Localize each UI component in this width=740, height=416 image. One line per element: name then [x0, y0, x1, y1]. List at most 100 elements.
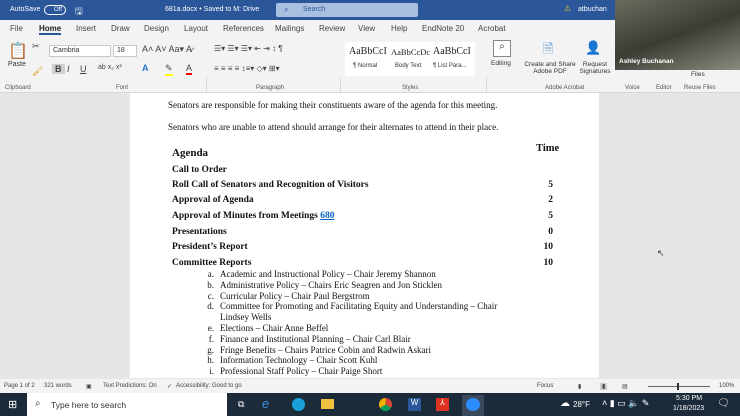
- proofing-icon[interactable]: ▣: [86, 383, 92, 390]
- clock-date[interactable]: 1/18/2023: [673, 405, 704, 412]
- paragraph-2: Senators who are unable to attend should…: [168, 122, 499, 132]
- create-pdf-button[interactable]: Create and Share Adobe PDF: [521, 61, 579, 75]
- agenda-time: 10: [543, 258, 554, 268]
- editing-button[interactable]: Editing: [491, 60, 511, 67]
- tab-endnote[interactable]: EndNote 20: [422, 24, 464, 33]
- agenda-item: Committee Reports: [172, 258, 252, 268]
- grow-font-icon[interactable]: A˄ A˅ Aa▾ A̷: [142, 44, 192, 55]
- bullets-icon[interactable]: ☰▾ ☰▾ ☰▾ ⇤ ⇥ ↕ ¶: [214, 44, 283, 53]
- font-size-select[interactable]: 18: [113, 45, 137, 57]
- cut-icon[interactable]: ✂: [32, 41, 40, 52]
- strikethrough-icon[interactable]: ab x₂ x²: [98, 64, 122, 71]
- agenda-time: 0: [548, 227, 553, 237]
- weather-icon[interactable]: ☁: [560, 398, 570, 409]
- warning-icon[interactable]: ⚠: [564, 4, 571, 13]
- list-marker: d.: [207, 301, 214, 312]
- list-item: d. Committee for Promoting and Facilitati…: [200, 301, 497, 311]
- tab-design[interactable]: Design: [144, 24, 169, 33]
- user-name[interactable]: atbuchan: [578, 6, 607, 13]
- list-marker: b.: [207, 279, 214, 290]
- zoom-slider-thumb[interactable]: [677, 383, 679, 390]
- list-marker: e.: [207, 323, 214, 333]
- underline-icon[interactable]: U: [80, 64, 87, 74]
- list-item: f. Finance and Institutional Planning – C…: [200, 334, 411, 344]
- text-effects-icon[interactable]: A: [142, 63, 149, 73]
- style-normal-preview[interactable]: AaBbCcI: [349, 46, 387, 57]
- align-icons[interactable]: ≡ ≡ ≡ ≡ ↕≡▾ ◇▾ ⊞▾: [214, 64, 280, 73]
- zoom-app-icon[interactable]: [462, 395, 484, 416]
- edge-icon[interactable]: [292, 398, 305, 411]
- list-marker: g.: [207, 344, 214, 355]
- styles-gallery[interactable]: AaBbCcI ¶ Normal AaBbCcDc Body Text AaBb…: [345, 42, 475, 76]
- text-predictions[interactable]: Text Predictions: On: [103, 383, 157, 389]
- find-icon[interactable]: ⌕: [493, 40, 511, 57]
- save-icon[interactable]: 🖫: [75, 4, 83, 20]
- tab-acrobat[interactable]: Acrobat: [478, 24, 506, 33]
- tab-layout[interactable]: Layout: [184, 24, 208, 33]
- style-list-preview[interactable]: AaBbCcI: [433, 46, 471, 57]
- autosave-toggle[interactable]: Off: [44, 5, 66, 15]
- search-icon: ⌕: [284, 5, 289, 14]
- zoom-slider[interactable]: [648, 383, 710, 390]
- ie-icon[interactable]: e: [262, 396, 269, 411]
- document-page[interactable]: Senators are responsible for making thei…: [130, 93, 599, 378]
- search-icon: ⌕: [35, 398, 41, 409]
- tab-home[interactable]: Home: [39, 24, 62, 35]
- read-mode-icon[interactable]: ▮: [578, 383, 581, 390]
- group-acrobat-label: Adobe Acrobat: [545, 85, 585, 91]
- tab-file[interactable]: File: [10, 24, 23, 33]
- bold-icon[interactable]: B: [52, 64, 65, 74]
- tab-draw[interactable]: Draw: [111, 24, 130, 33]
- agenda-heading: Agenda: [172, 147, 209, 159]
- list-marker: f.: [208, 333, 214, 344]
- web-layout-icon[interactable]: ▤: [622, 383, 628, 390]
- word-icon[interactable]: W: [408, 398, 421, 411]
- style-body-preview[interactable]: AaBbCcDc: [391, 47, 430, 57]
- acrobat-icon[interactable]: ⅄: [436, 398, 449, 411]
- request-signatures-button[interactable]: Request Signatures: [578, 61, 612, 75]
- request-signatures-icon[interactable]: 👤: [585, 40, 601, 56]
- paste-button[interactable]: Paste: [8, 61, 26, 68]
- time-heading: Time: [536, 143, 560, 154]
- print-layout-icon[interactable]: ▮: [600, 383, 608, 390]
- list-item: b. Administrative Policy – Chairs Eric Se…: [200, 280, 442, 290]
- windows-start-icon[interactable]: ⊞: [8, 398, 17, 411]
- word-count[interactable]: 321 words: [44, 383, 72, 389]
- paste-icon[interactable]: 📋: [8, 41, 28, 61]
- list-text: Fringe Benefits – Chairs Patrice Cobin a…: [220, 344, 431, 355]
- search-box[interactable]: ⌕ Search: [276, 3, 418, 17]
- focus-button[interactable]: Focus: [537, 383, 553, 389]
- font-name-select[interactable]: Cambria: [49, 45, 111, 57]
- taskbar-search[interactable]: ⌕ Type here to search: [27, 393, 227, 416]
- notifications-icon[interactable]: 🗨: [717, 398, 730, 409]
- style-list-label: ¶ List Para...: [433, 63, 467, 69]
- tab-mailings[interactable]: Mailings: [275, 24, 304, 33]
- tab-references[interactable]: References: [223, 24, 264, 33]
- zoom-level[interactable]: 100%: [719, 383, 734, 389]
- list-item: i. Professional Staff Policy – Chair Paig…: [200, 366, 382, 376]
- file-explorer-icon[interactable]: [321, 399, 334, 409]
- format-painter-icon[interactable]: 🖌: [32, 66, 43, 77]
- tab-review[interactable]: Review: [319, 24, 345, 33]
- files-button[interactable]: Files: [691, 71, 705, 78]
- clock-time[interactable]: 5:30 PM: [676, 395, 702, 402]
- italic-icon[interactable]: I: [67, 64, 70, 74]
- agenda-item: Approval of Minutes from Meetings 680: [172, 211, 334, 221]
- document-title[interactable]: 681a.docx • Saved to M: Drive: [165, 6, 259, 13]
- video-overlay[interactable]: Ashley Buchanan: [615, 0, 740, 70]
- accessibility-status[interactable]: Accessibility: Good to go: [176, 383, 242, 389]
- font-color-icon[interactable]: A: [186, 63, 193, 75]
- page-count[interactable]: Page 1 of 2: [4, 383, 35, 389]
- task-view-icon[interactable]: ⧉: [238, 399, 244, 410]
- list-text: Curricular Policy – Chair Paul Bergstrom: [220, 290, 370, 301]
- create-pdf-icon[interactable]: 🗎: [543, 40, 553, 62]
- tab-help[interactable]: Help: [391, 24, 407, 33]
- chrome-icon[interactable]: [379, 398, 392, 411]
- minutes-link[interactable]: 680: [320, 211, 334, 221]
- weather-temp[interactable]: 28°F: [573, 400, 590, 409]
- highlight-icon[interactable]: ✎: [165, 63, 173, 76]
- tab-insert[interactable]: Insert: [76, 24, 96, 33]
- group-voice-label: Voice: [625, 85, 640, 91]
- tab-view[interactable]: View: [358, 24, 375, 33]
- tray-icons[interactable]: ˄ ▮ ▭ 🔈 ✎: [602, 398, 649, 409]
